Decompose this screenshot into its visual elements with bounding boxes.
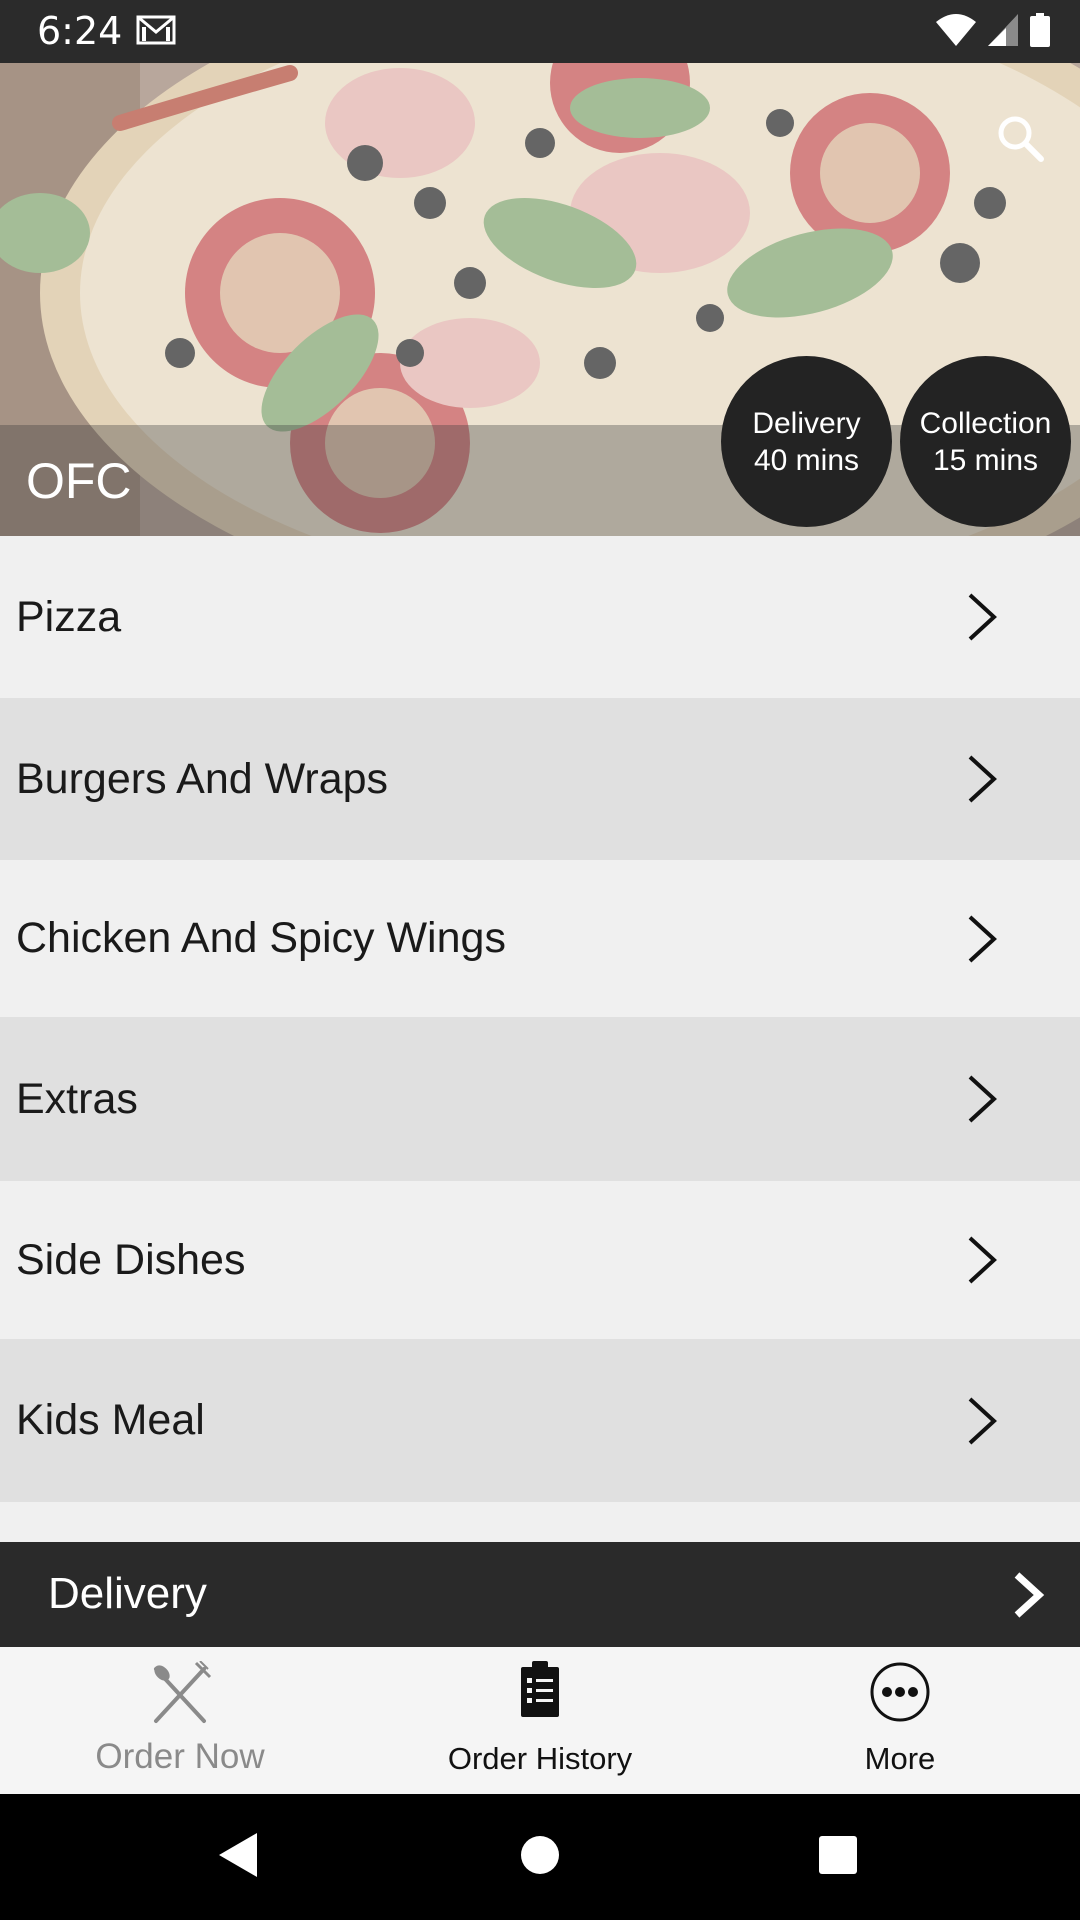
restaurant-title: OFC	[26, 453, 132, 509]
nav-more-label: More	[864, 1741, 936, 1776]
nav-order-now[interactable]: Order Now	[0, 1647, 360, 1794]
chevron-right-icon	[1014, 1572, 1045, 1618]
menu-category-list: Pizza Burgers And Wraps Chicken And Spic…	[0, 536, 1080, 1502]
menu-item-label: Kids Meal	[16, 1396, 205, 1444]
delivery-badge-time: 40 mins	[753, 443, 860, 477]
bottom-navigation: Order Now Order History More	[0, 1647, 1080, 1794]
menu-item-label: Side Dishes	[16, 1235, 246, 1284]
fork-knife-icon	[154, 1661, 212, 1723]
chevron-right-icon	[968, 1236, 997, 1284]
chevron-right-icon	[968, 1397, 997, 1444]
nav-more[interactable]: More	[720, 1647, 1080, 1794]
status-icons	[936, 12, 1050, 48]
recents-icon[interactable]	[817, 1831, 859, 1879]
collection-time-badge: Collection 15 mins	[900, 356, 1071, 527]
battery-icon	[1030, 13, 1050, 47]
collection-badge-label: Collection	[919, 406, 1052, 440]
menu-item-extras[interactable]: Extras	[0, 1017, 1080, 1181]
delivery-mode-label: Delivery	[48, 1569, 207, 1618]
system-navigation-bar	[0, 1794, 1080, 1920]
more-dots-icon	[870, 1662, 930, 1722]
nav-order-history-label: Order History	[447, 1741, 633, 1776]
signal-icon	[988, 14, 1018, 46]
menu-item-burgers-and-wraps[interactable]: Burgers And Wraps	[0, 698, 1080, 860]
nav-order-history[interactable]: Order History	[360, 1647, 720, 1794]
collection-badge-time: 15 mins	[932, 443, 1039, 477]
delivery-time-badge: Delivery 40 mins	[721, 356, 892, 527]
delivery-mode-bar[interactable]: Delivery	[0, 1542, 1080, 1647]
menu-item-side-dishes[interactable]: Side Dishes	[0, 1181, 1080, 1339]
status-time: 6:24	[37, 9, 123, 53]
chevron-right-icon	[968, 915, 997, 962]
clipboard-list-icon	[521, 1661, 559, 1717]
back-icon[interactable]	[217, 1831, 259, 1879]
menu-item-kids-meal[interactable]: Kids Meal	[0, 1339, 1080, 1502]
delivery-badge-label: Delivery	[752, 406, 861, 440]
chevron-right-icon	[968, 1075, 997, 1123]
menu-item-label: Extras	[16, 1074, 138, 1123]
home-icon[interactable]	[519, 1831, 561, 1879]
nav-order-now-label: Order Now	[95, 1737, 265, 1776]
chevron-right-icon	[968, 755, 997, 803]
status-bar: 6:24	[0, 0, 1080, 63]
menu-item-chicken-and-spicy-wings[interactable]: Chicken And Spicy Wings	[0, 860, 1080, 1017]
restaurant-header: OFC Delivery 40 mins Collection 15 mins	[0, 63, 1080, 536]
wifi-icon	[936, 14, 976, 46]
menu-item-label: Chicken And Spicy Wings	[16, 914, 506, 962]
search-icon[interactable]	[995, 113, 1045, 163]
menu-item-label: Burgers And Wraps	[16, 754, 389, 803]
gmail-icon	[136, 15, 176, 45]
chevron-right-icon	[968, 593, 997, 641]
menu-item-pizza[interactable]: Pizza	[0, 536, 1080, 698]
menu-item-label: Pizza	[16, 592, 122, 641]
